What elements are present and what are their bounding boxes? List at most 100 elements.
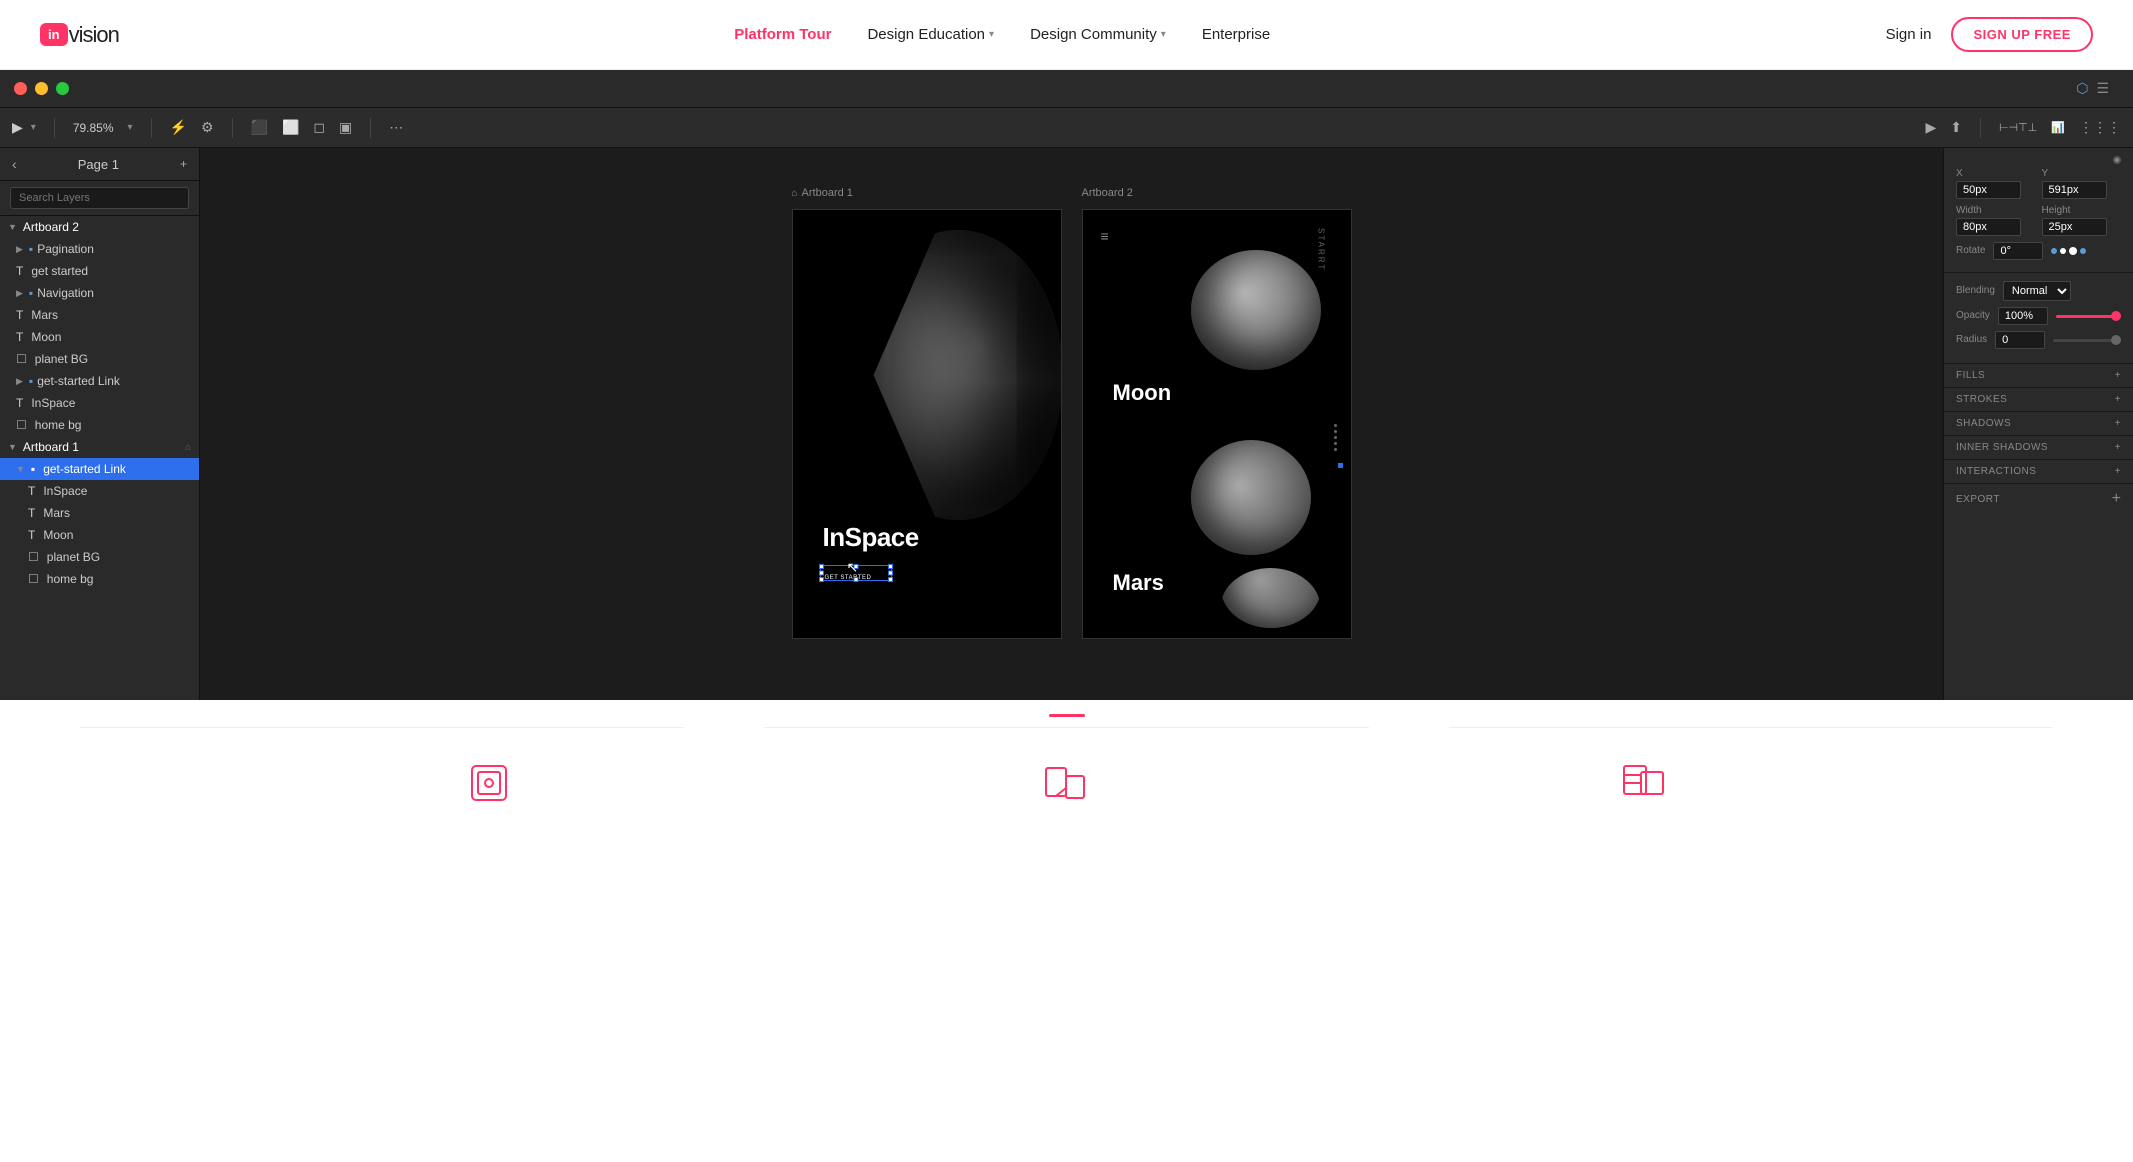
navigation-layer[interactable]: ▶ ▪ Navigation (0, 282, 199, 304)
nav-enterprise[interactable]: Enterprise (1202, 26, 1270, 43)
get-started-selection[interactable]: GET STARTED (821, 566, 891, 580)
rp-height-input[interactable] (2042, 218, 2107, 236)
toolbar-separator-2 (151, 118, 152, 138)
rp-interactions-header[interactable]: INTERACTIONS + (1944, 460, 2133, 484)
rp-blending-section: Blending Normal Multiply Screen Opacity (1944, 273, 2133, 364)
more-tools-icon[interactable]: ⋯ (389, 119, 403, 136)
mask-icon[interactable]: ◻ (313, 119, 325, 136)
rp-width-label: Width (1956, 205, 2036, 216)
rp-width-input[interactable] (1956, 218, 2021, 236)
rp-blending-select[interactable]: Normal Multiply Screen (2003, 281, 2071, 301)
sidebar-add-icon[interactable]: + (180, 157, 187, 171)
navigation-expand-icon: ▶ (16, 288, 23, 299)
rp-x-input[interactable] (1956, 181, 2021, 199)
rp-fills-add-icon[interactable]: + (2115, 370, 2121, 381)
home-bg-layer-ab2[interactable]: ☐ home bg (0, 414, 199, 436)
zoom-chevron-icon[interactable]: ▾ (128, 122, 133, 133)
nav-platform-tour[interactable]: Platform Tour (734, 26, 831, 43)
artboard2-layer[interactable]: ▼ Artboard 2 (0, 216, 199, 238)
get-started-link-layer-ab2[interactable]: ▶ ▪ get-started Link (0, 370, 199, 392)
get-started-btn-text: GET STARTED (821, 573, 876, 583)
planet-bg-layer-ab2[interactable]: ☐ planet BG (0, 348, 199, 370)
chart-icon[interactable]: 📊 (2051, 121, 2065, 134)
artboard1-layer[interactable]: ▼ Artboard 1 ⌂ (0, 436, 199, 458)
rp-rotate-row: Rotate (1956, 242, 2121, 260)
nav-design-community[interactable]: Design Community ▾ (1030, 26, 1166, 43)
sign-up-button[interactable]: SIGN UP FREE (1951, 17, 2093, 52)
pagination-layer[interactable]: ▶ ▪ Pagination (0, 238, 199, 260)
rp-inner-shadows-add-icon[interactable]: + (2115, 442, 2121, 453)
rp-shadows-add-icon[interactable]: + (2115, 418, 2121, 429)
transform-origin-dot[interactable] (2113, 156, 2121, 164)
rp-strokes-header[interactable]: STROKES + (1944, 388, 2133, 412)
rp-interactions-add-icon[interactable]: + (2115, 466, 2121, 477)
rp-xy-inputs: X Y (1956, 168, 2121, 199)
rp-export-add-icon[interactable]: + (2112, 490, 2121, 508)
home-bg-layer-ab1[interactable]: ☐ home bg (0, 568, 199, 590)
inspace-layer-ab1[interactable]: T InSpace (0, 480, 199, 502)
select-tool-icon[interactable]: ▶ (12, 119, 23, 136)
rp-opacity-input[interactable] (1998, 307, 2048, 325)
rp-opacity-slider[interactable] (2056, 315, 2121, 318)
rp-radius-slider[interactable] (2053, 339, 2121, 342)
clip-icon[interactable]: ▣ (339, 119, 352, 136)
minimize-window-button[interactable] (35, 82, 48, 95)
mars-label-ab2: Mars (31, 308, 58, 322)
rp-radius-row: Radius (1956, 331, 2121, 349)
canvas[interactable]: ⌂ Artboard 1 InSpace (200, 148, 1943, 700)
settings-gear-icon[interactable]: ⚙ (201, 119, 214, 136)
layers-panel: ‹ Page 1 + ▼ Artboard 2 ▶ ▪ Pagination T… (0, 148, 200, 700)
layers-svg-icon (464, 758, 514, 808)
fullscreen-window-button[interactable] (56, 82, 69, 95)
rp-radius-input[interactable] (1995, 331, 2045, 349)
rp-y-input[interactable] (2042, 181, 2107, 199)
lightning-icon[interactable]: ⚡ (170, 119, 187, 136)
align-tools[interactable]: ⊢⊣⊤⊥ (1999, 121, 2037, 134)
get-started-text-layer[interactable]: T get started (0, 260, 199, 282)
inspace-layer-ab2[interactable]: T InSpace (0, 392, 199, 414)
rp-strokes-label: STROKES (1956, 394, 2007, 405)
planet-bg-layer-ab1[interactable]: ☐ planet BG (0, 546, 199, 568)
rp-strokes-add-icon[interactable]: + (2115, 394, 2121, 405)
mars-layer-ab2[interactable]: T Mars (0, 304, 199, 326)
mars-layer-ab1[interactable]: T Mars (0, 502, 199, 524)
artboard1-canvas-label: ⌂ Artboard 1 (792, 187, 853, 199)
close-window-button[interactable] (14, 82, 27, 95)
artboard1-frame[interactable]: InSpace GET STARTED ↖ (792, 209, 1062, 639)
rp-fills-header[interactable]: FILLS + (1944, 364, 2133, 388)
divider-middle (764, 727, 1368, 728)
moon-text-icon-ab1: T (28, 528, 35, 542)
navbar: in vision Platform Tour Design Education… (0, 0, 2133, 70)
search-layers-input[interactable] (10, 187, 189, 209)
nav-design-education[interactable]: Design Education ▾ (867, 26, 994, 43)
sign-in-link[interactable]: Sign in (1886, 26, 1932, 43)
rp-shadows-header[interactable]: SHADOWS + (1944, 412, 2133, 436)
rp-blending-row: Blending Normal Multiply Screen (1956, 281, 2121, 301)
rp-shadows-label: SHADOWS (1956, 418, 2011, 429)
get-started-text-icon: T (16, 264, 23, 278)
zoom-level[interactable]: 79.85% (73, 121, 114, 135)
grid-icon[interactable]: ⋮⋮⋮ (2079, 119, 2121, 136)
moon-layer-ab1[interactable]: T Moon (0, 524, 199, 546)
artboard2-canvas-label: Artboard 2 (1082, 187, 1133, 199)
upload-icon[interactable]: ⬆ (1950, 119, 1962, 136)
feature-design (389, 758, 589, 816)
toolbar-separator-5 (1980, 118, 1981, 138)
play-button[interactable]: ▶ (1925, 119, 1936, 136)
navigation-label: Navigation (37, 286, 94, 300)
pages-icon[interactable]: ☰ (2096, 80, 2109, 97)
component-icon[interactable]: ⬜ (282, 119, 299, 136)
layers-panel-icon[interactable]: ⬡ (2076, 80, 2088, 97)
logo[interactable]: in vision (40, 22, 119, 48)
rp-inner-shadows-header[interactable]: INNER SHADOWS + (1944, 436, 2133, 460)
artboard2-frame[interactable]: ≡ STARRT Moon Mars (1082, 209, 1352, 639)
sel-handle-rm (888, 571, 893, 576)
inspace-text-icon-ab2: T (16, 396, 23, 410)
moon-layer-ab2[interactable]: T Moon (0, 326, 199, 348)
get-started-link-layer-ab1[interactable]: ▼ ▪ get-started Link (0, 458, 199, 480)
sidebar-back-button[interactable]: ‹ (12, 156, 17, 172)
arrange-tool-icon[interactable]: ⬛ (251, 119, 268, 136)
select-tool-chevron-icon[interactable]: ▾ (31, 122, 36, 133)
rp-height-group: Height (2042, 205, 2122, 236)
rp-rotate-input[interactable] (1993, 242, 2043, 260)
